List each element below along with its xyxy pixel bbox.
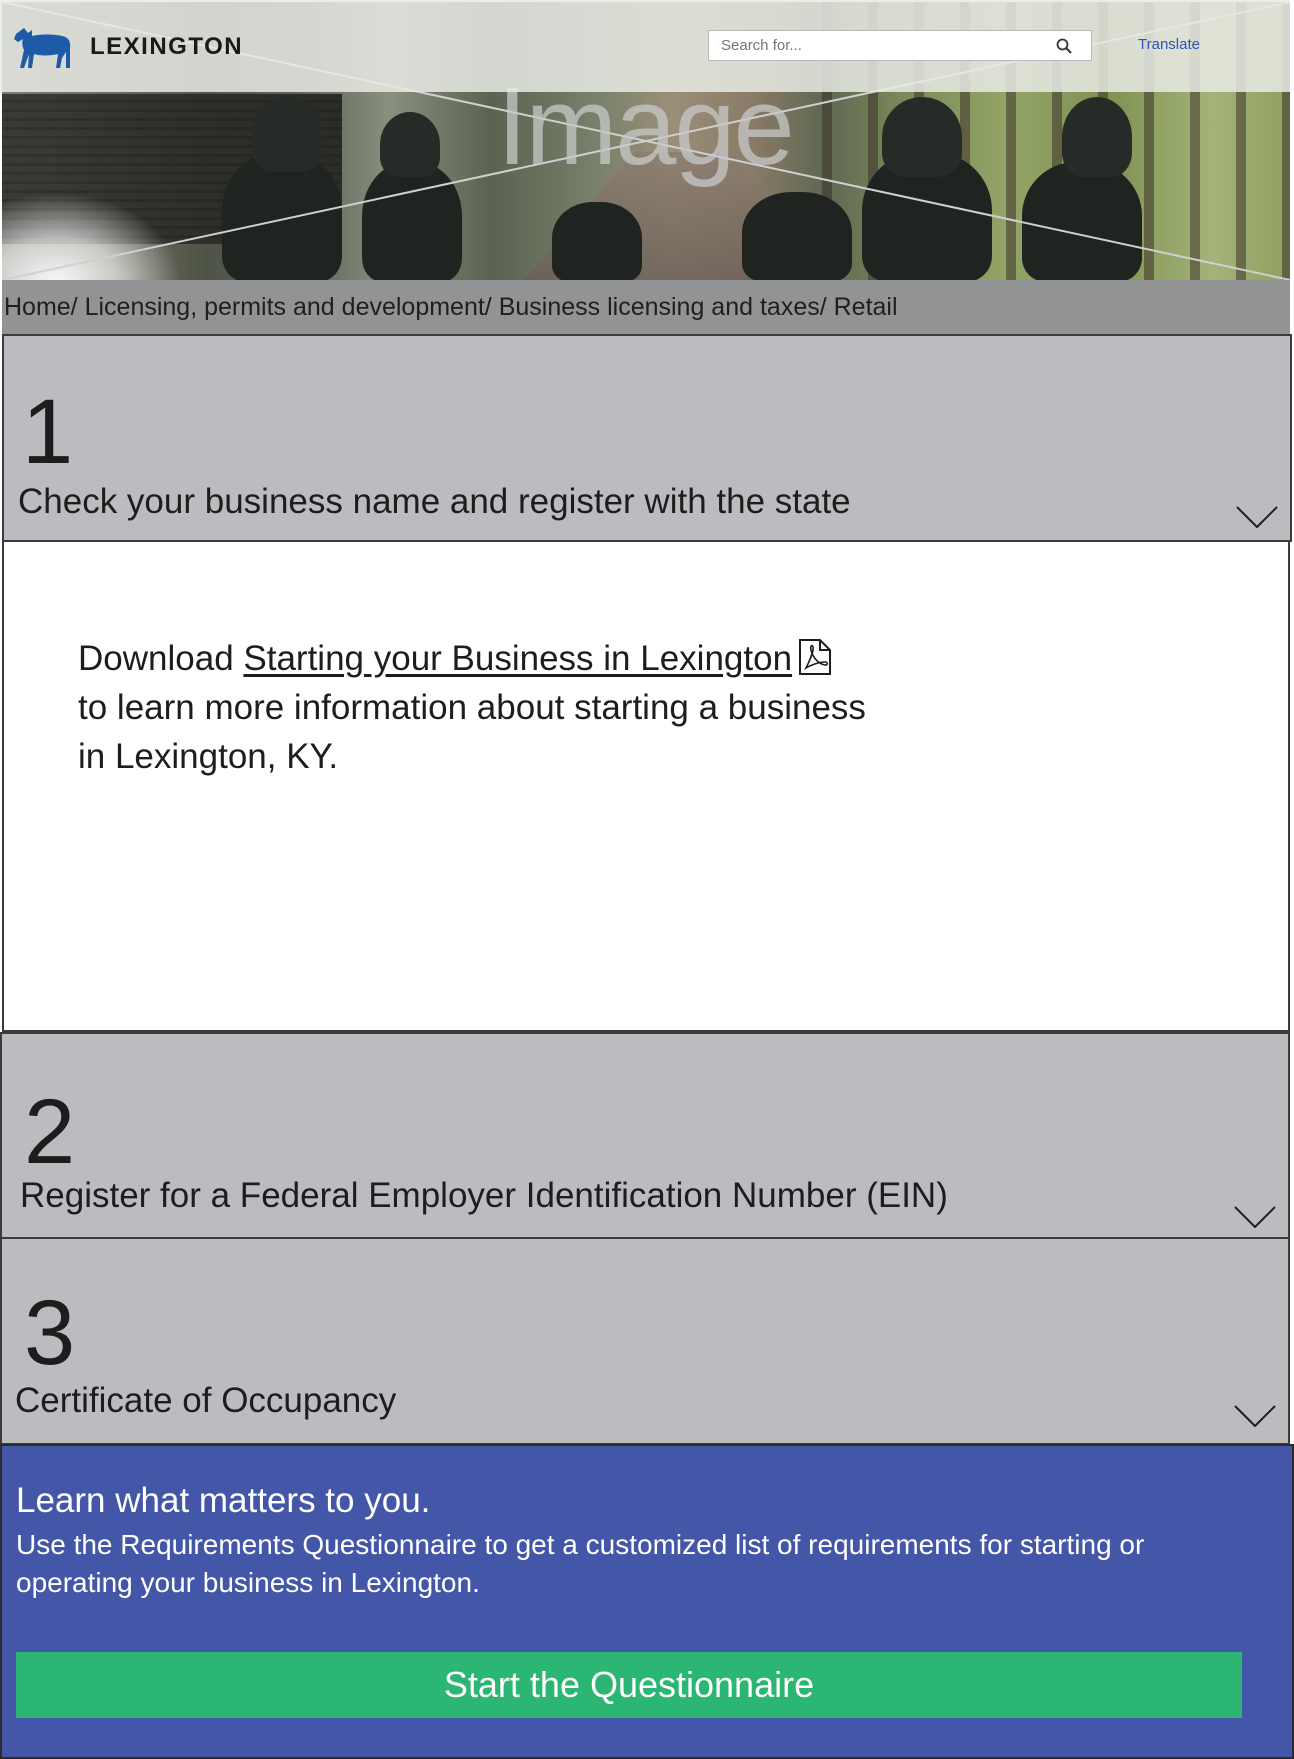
download-prefix: Download bbox=[78, 639, 244, 678]
step-title: Check your business name and register wi… bbox=[18, 482, 851, 521]
translate-link[interactable]: Translate bbox=[1138, 36, 1200, 53]
questionnaire-callout: Learn what matters to you. Use the Requi… bbox=[0, 1444, 1294, 1759]
logo-wordmark: LEXINGTON bbox=[90, 33, 244, 60]
step-number: 3 bbox=[24, 1282, 76, 1384]
chevron-down-icon[interactable] bbox=[1234, 1206, 1276, 1228]
horse-logo-icon bbox=[14, 28, 71, 68]
step-3-header[interactable]: 3 Certificate of Occupancy bbox=[0, 1237, 1290, 1445]
step-title: Register for a Federal Employer Identifi… bbox=[20, 1176, 948, 1215]
site-logo[interactable]: LEXINGTON bbox=[10, 24, 243, 70]
callout-heading: Learn what matters to you. bbox=[16, 1481, 431, 1520]
search-icon[interactable] bbox=[1055, 37, 1073, 55]
step-1-description: Download Starting your Business in Lexin… bbox=[78, 634, 878, 781]
search-box bbox=[708, 30, 1092, 61]
search-input[interactable] bbox=[709, 36, 1055, 55]
step-number: 1 bbox=[22, 381, 74, 483]
page: Image LEXINGTON Translate Home/ Licensin… bbox=[0, 0, 1294, 1759]
chevron-down-icon[interactable] bbox=[1236, 506, 1278, 528]
step-2-header[interactable]: 2 Register for a Federal Employer Identi… bbox=[0, 1032, 1290, 1239]
step-number: 2 bbox=[24, 1081, 76, 1183]
step-title: Certificate of Occupancy bbox=[15, 1381, 397, 1420]
step-1-content: Download Starting your Business in Lexin… bbox=[2, 542, 1290, 1032]
breadcrumb: Home/ Licensing, permits and development… bbox=[2, 280, 1290, 334]
chevron-down-icon[interactable] bbox=[1234, 1405, 1276, 1427]
callout-description: Use the Requirements Questionnaire to ge… bbox=[16, 1529, 1145, 1598]
pdf-icon[interactable] bbox=[798, 638, 832, 676]
step-1-header[interactable]: 1 Check your business name and register … bbox=[2, 334, 1292, 542]
site-header: LEXINGTON Translate bbox=[0, 0, 1290, 92]
start-questionnaire-button[interactable]: Start the Questionnaire bbox=[16, 1652, 1242, 1718]
starting-business-guide-link[interactable]: Starting your Business in Lexington bbox=[243, 639, 792, 678]
breadcrumb-trail[interactable]: Home/ Licensing, permits and development… bbox=[4, 293, 898, 321]
download-suffix: to learn more information about starting… bbox=[78, 688, 866, 776]
